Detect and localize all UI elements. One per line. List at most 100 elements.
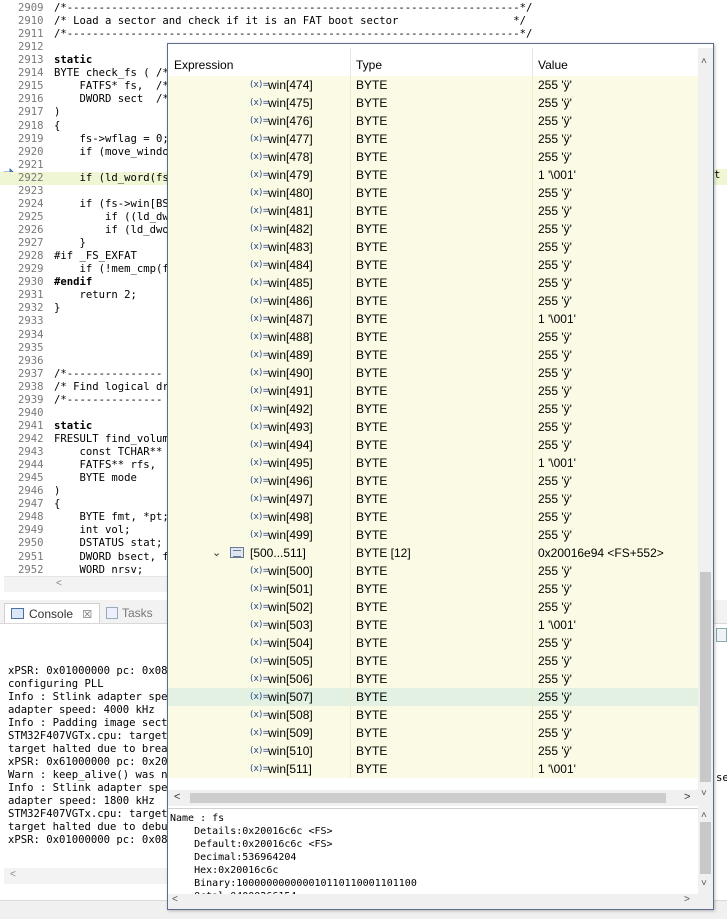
table-row[interactable]: (x)= win[507] BYTE 255 'ÿ' — [168, 688, 698, 706]
expression-value[interactable]: 255 'ÿ' — [538, 562, 572, 580]
details-pane[interactable]: Name : fs Details:0x20016c6c <FS> Defaul… — [168, 808, 713, 894]
table-row[interactable]: (x)= win[501] BYTE 255 'ÿ' — [168, 580, 698, 598]
expression-value[interactable]: 255 'ÿ' — [538, 256, 572, 274]
array-group-row[interactable]: ⌄ [500...511] BYTE [12] 0x20016e94 <FS+552> — [168, 544, 698, 562]
details-vertical-scrollbar[interactable]: ˄ ˅ — [698, 808, 713, 894]
table-row[interactable]: (x)= win[495] BYTE 1 '\001' — [168, 454, 698, 472]
scrollbar-thumb[interactable] — [700, 822, 711, 874]
table-row[interactable]: (x)= win[483] BYTE 255 'ÿ' — [168, 238, 698, 256]
expression-value[interactable]: 255 'ÿ' — [538, 346, 572, 364]
table-row[interactable]: (x)= win[494] BYTE 255 'ÿ' — [168, 436, 698, 454]
table-row[interactable]: (x)= win[498] BYTE 255 'ÿ' — [168, 508, 698, 526]
expression-tree[interactable]: (x)= win[474] BYTE 255 'ÿ' (x)= win[475] BYTE 2… — [168, 76, 698, 790]
expression-value[interactable]: 255 'ÿ' — [538, 634, 572, 652]
console-horizontal-scrollbar[interactable]: < — [4, 868, 168, 884]
expression-value[interactable]: 255 'ÿ' — [538, 472, 572, 490]
table-row[interactable]: (x)= win[479] BYTE 1 '\001' — [168, 166, 698, 184]
scroll-left-icon[interactable]: < — [10, 869, 16, 880]
expression-value[interactable]: 255 'ÿ' — [538, 418, 572, 436]
expression-value[interactable]: 255 'ÿ' — [538, 94, 572, 112]
table-row[interactable]: (x)= win[474] BYTE 255 'ÿ' — [168, 76, 698, 94]
expression-value[interactable]: 255 'ÿ' — [538, 652, 572, 670]
table-row[interactable]: (x)= win[484] BYTE 255 'ÿ' — [168, 256, 698, 274]
scroll-right-icon[interactable]: > — [684, 894, 690, 905]
table-row[interactable]: (x)= win[511] BYTE 1 '\001' — [168, 760, 698, 778]
expression-value[interactable]: 1 '\001' — [538, 166, 576, 184]
table-row[interactable]: (x)= win[497] BYTE 255 'ÿ' — [168, 490, 698, 508]
table-row[interactable]: (x)= win[480] BYTE 255 'ÿ' — [168, 184, 698, 202]
table-row[interactable]: (x)= win[476] BYTE 255 'ÿ' — [168, 112, 698, 130]
expression-value[interactable]: 1 '\001' — [538, 616, 576, 634]
expression-value[interactable]: 255 'ÿ' — [538, 202, 572, 220]
expression-value[interactable]: 255 'ÿ' — [538, 112, 572, 130]
table-row[interactable]: (x)= win[486] BYTE 255 'ÿ' — [168, 292, 698, 310]
table-row[interactable]: (x)= win[489] BYTE 255 'ÿ' — [168, 346, 698, 364]
expression-hover-popup[interactable]: Expression Type Value (x)= win[474] BYTE 25… — [167, 43, 714, 910]
table-row[interactable]: (x)= win[488] BYTE 255 'ÿ' — [168, 328, 698, 346]
table-row[interactable]: (x)= win[505] BYTE 255 'ÿ' — [168, 652, 698, 670]
vertical-scrollbar[interactable]: ˄ ˅ — [698, 48, 713, 816]
table-row[interactable]: (x)= win[510] BYTE 255 'ÿ' — [168, 742, 698, 760]
expression-value[interactable]: 255 'ÿ' — [538, 220, 572, 238]
table-row[interactable]: (x)= win[490] BYTE 255 'ÿ' — [168, 364, 698, 382]
expression-value[interactable]: 255 'ÿ' — [538, 148, 572, 166]
table-row[interactable]: (x)= win[504] BYTE 255 'ÿ' — [168, 634, 698, 652]
expression-value[interactable]: 255 'ÿ' — [538, 76, 572, 94]
scrollbar-thumb[interactable] — [190, 793, 666, 803]
expression-value[interactable]: 255 'ÿ' — [538, 292, 572, 310]
table-row[interactable]: (x)= win[482] BYTE 255 'ÿ' — [168, 220, 698, 238]
tab-console[interactable]: Console ☒ — [4, 603, 100, 623]
table-row[interactable]: (x)= win[487] BYTE 1 '\001' — [168, 310, 698, 328]
scroll-left-icon[interactable]: < — [56, 578, 62, 589]
expression-value[interactable]: 255 'ÿ' — [538, 580, 572, 598]
column-header-type[interactable]: Type — [356, 56, 382, 74]
table-row[interactable]: (x)= win[475] BYTE 255 'ÿ' — [168, 94, 698, 112]
expression-value[interactable]: 1 '\001' — [538, 310, 576, 328]
scroll-right-icon[interactable]: > — [684, 791, 690, 803]
expression-value[interactable]: 255 'ÿ' — [538, 670, 572, 688]
table-row[interactable]: (x)= win[491] BYTE 255 'ÿ' — [168, 382, 698, 400]
table-row[interactable]: (x)= win[477] BYTE 255 'ÿ' — [168, 130, 698, 148]
table-row[interactable]: (x)= win[499] BYTE 255 'ÿ' — [168, 526, 698, 544]
column-header-expression[interactable]: Expression — [174, 56, 233, 74]
expression-value[interactable]: 1 '\001' — [538, 454, 576, 472]
expression-value[interactable]: 255 'ÿ' — [538, 400, 572, 418]
editor-horizontal-scrollbar[interactable]: < — [4, 576, 168, 592]
expression-value[interactable]: 255 'ÿ' — [538, 328, 572, 346]
scroll-left-icon[interactable]: < — [174, 791, 180, 803]
console-toolbar-icon[interactable] — [716, 628, 727, 642]
expression-value[interactable]: 255 'ÿ' — [538, 238, 572, 256]
expression-value[interactable]: 255 'ÿ' — [538, 436, 572, 454]
expression-value[interactable]: 255 'ÿ' — [538, 130, 572, 148]
column-header-value[interactable]: Value — [538, 56, 568, 74]
table-row[interactable]: (x)= win[508] BYTE 255 'ÿ' — [168, 706, 698, 724]
details-horizontal-scrollbar[interactable]: < > — [168, 894, 713, 909]
expression-value[interactable]: 255 'ÿ' — [538, 274, 572, 292]
close-icon[interactable]: ☒ — [82, 609, 92, 621]
expression-value[interactable]: 255 'ÿ' — [538, 508, 572, 526]
table-row[interactable]: (x)= win[502] BYTE 255 'ÿ' — [168, 598, 698, 616]
horizontal-scrollbar[interactable]: < > — [168, 790, 698, 806]
table-row[interactable]: (x)= win[478] BYTE 255 'ÿ' — [168, 148, 698, 166]
expression-value[interactable]: 0x20016e94 <FS+552> — [538, 544, 664, 562]
expression-value[interactable]: 255 'ÿ' — [538, 184, 572, 202]
table-row[interactable]: (x)= win[506] BYTE 255 'ÿ' — [168, 670, 698, 688]
scrollbar-thumb[interactable] — [700, 572, 711, 782]
scroll-up-icon[interactable]: ˄ — [701, 56, 707, 67]
table-row[interactable]: (x)= win[503] BYTE 1 '\001' — [168, 616, 698, 634]
expression-value[interactable]: 255 'ÿ' — [538, 724, 572, 742]
expression-value[interactable]: 255 'ÿ' — [538, 364, 572, 382]
expression-value[interactable]: 255 'ÿ' — [538, 490, 572, 508]
expression-value[interactable]: 255 'ÿ' — [538, 598, 572, 616]
expression-value[interactable]: 255 'ÿ' — [538, 706, 572, 724]
chevron-down-icon[interactable]: ⌄ — [212, 544, 221, 562]
expression-value[interactable]: 255 'ÿ' — [538, 526, 572, 544]
table-row[interactable]: (x)= win[485] BYTE 255 'ÿ' — [168, 274, 698, 292]
table-row[interactable]: (x)= win[509] BYTE 255 'ÿ' — [168, 724, 698, 742]
table-row[interactable]: (x)= win[496] BYTE 255 'ÿ' — [168, 472, 698, 490]
tab-tasks[interactable]: Tasks — [104, 603, 153, 623]
table-row[interactable]: (x)= win[481] BYTE 255 'ÿ' — [168, 202, 698, 220]
scroll-down-icon[interactable]: ˅ — [701, 878, 707, 889]
expression-value[interactable]: 255 'ÿ' — [538, 688, 572, 706]
table-row[interactable]: (x)= win[492] BYTE 255 'ÿ' — [168, 400, 698, 418]
